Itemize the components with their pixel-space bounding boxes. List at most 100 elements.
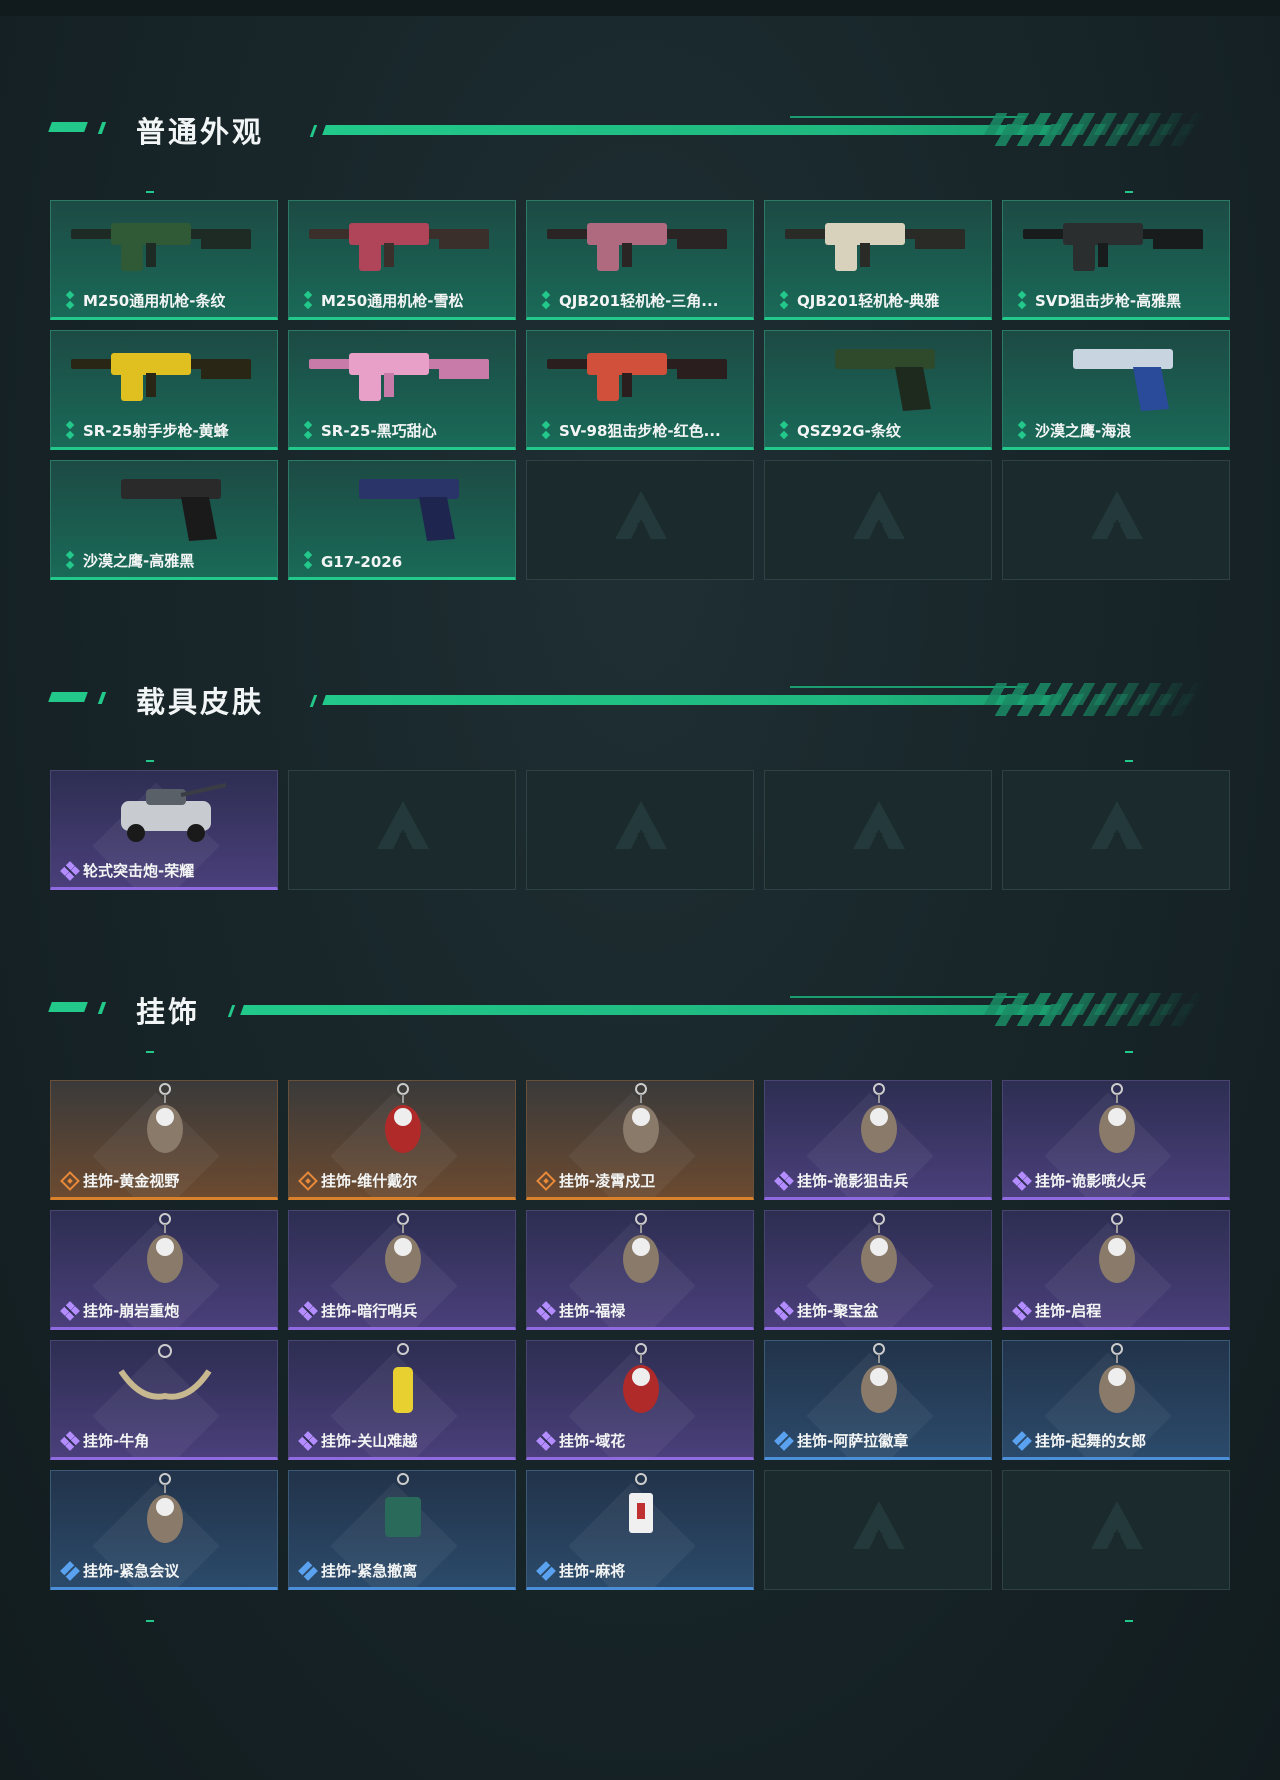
empty-slot bbox=[764, 1470, 992, 1590]
header-decoration bbox=[48, 122, 88, 132]
item-card[interactable]: 挂饰-紧急撤离 bbox=[288, 1470, 516, 1590]
corner-tick bbox=[146, 760, 154, 762]
item-card[interactable]: 挂饰-诡影狙击兵 bbox=[764, 1080, 992, 1200]
item-card[interactable]: 挂饰-暗行哨兵 bbox=[288, 1210, 516, 1330]
item-name: SV-98狙击步枪-红色... bbox=[559, 422, 721, 440]
item-card[interactable]: 挂饰-启程 bbox=[1002, 1210, 1230, 1330]
placeholder-logo-icon bbox=[853, 491, 905, 539]
item-image bbox=[547, 353, 727, 401]
item-image bbox=[385, 1213, 421, 1283]
rarity-icon bbox=[1015, 424, 1029, 438]
header-decoration bbox=[48, 1002, 88, 1012]
item-name: 挂饰-福禄 bbox=[559, 1302, 626, 1320]
charm-grid: 挂饰-黄金视野 挂饰-维什戴尔 挂饰-凌霄戍卫 挂饰-诡影狙击兵 挂饰-诡影喷火… bbox=[50, 1080, 1230, 1590]
corner-tick bbox=[1125, 1051, 1133, 1053]
item-image bbox=[309, 223, 489, 271]
vehicle-grid: 轮式突击炮-荣耀 bbox=[50, 770, 1230, 890]
item-name: M250通用机枪-条纹 bbox=[83, 292, 226, 310]
item-card[interactable]: G17-2026 bbox=[288, 460, 516, 580]
item-card[interactable]: M250通用机枪-条纹 bbox=[50, 200, 278, 320]
item-card[interactable]: QJB201轻机枪-典雅 bbox=[764, 200, 992, 320]
item-image bbox=[147, 1473, 183, 1543]
rarity-icon bbox=[777, 424, 791, 438]
item-name: 挂饰-诡影狙击兵 bbox=[797, 1172, 909, 1190]
header-line bbox=[240, 1005, 1052, 1015]
corner-tick bbox=[1125, 1620, 1133, 1622]
item-card[interactable]: SV-98狙击步枪-红色... bbox=[526, 330, 754, 450]
item-card[interactable]: 挂饰-紧急会议 bbox=[50, 1470, 278, 1590]
rarity-icon bbox=[777, 294, 791, 308]
item-name: 沙漠之鹰-高雅黑 bbox=[83, 552, 195, 570]
item-image bbox=[71, 353, 251, 401]
item-name: SVD狙击步枪-高雅黑 bbox=[1035, 292, 1182, 310]
rarity-icon bbox=[63, 554, 77, 568]
item-name: 挂饰-紧急会议 bbox=[83, 1562, 180, 1580]
placeholder-logo-icon bbox=[615, 801, 667, 849]
item-card[interactable]: 挂饰-黄金视野 bbox=[50, 1080, 278, 1200]
item-card[interactable]: 挂饰-麻将 bbox=[526, 1470, 754, 1590]
item-name: SR-25射手步枪-黄蜂 bbox=[83, 422, 229, 440]
item-card[interactable]: 沙漠之鹰-海浪 bbox=[1002, 330, 1230, 450]
item-card[interactable]: 挂饰-诡影喷火兵 bbox=[1002, 1080, 1230, 1200]
item-name: 挂饰-域花 bbox=[559, 1432, 626, 1450]
header-decoration bbox=[48, 692, 88, 702]
item-card[interactable]: QJB201轻机枪-三角... bbox=[526, 200, 754, 320]
item-image bbox=[121, 783, 227, 842]
item-name: 挂饰-聚宝盆 bbox=[797, 1302, 879, 1320]
item-image bbox=[1099, 1213, 1135, 1283]
item-image bbox=[623, 1213, 659, 1283]
header-line bbox=[790, 686, 1025, 688]
empty-slot bbox=[526, 770, 754, 890]
empty-slot bbox=[1002, 1470, 1230, 1590]
item-name: QJB201轻机枪-典雅 bbox=[797, 292, 940, 310]
section-header-charms: 挂饰 bbox=[48, 985, 1207, 1035]
rarity-icon bbox=[539, 424, 553, 438]
rarity-icon bbox=[1015, 294, 1029, 308]
empty-slot bbox=[1002, 770, 1230, 890]
item-card[interactable]: 挂饰-域花 bbox=[526, 1340, 754, 1460]
item-card[interactable]: 挂饰-聚宝盆 bbox=[764, 1210, 992, 1330]
rarity-icon bbox=[301, 294, 315, 308]
item-card[interactable]: 挂饰-起舞的女郎 bbox=[1002, 1340, 1230, 1460]
section-title: 普通外观 bbox=[136, 115, 265, 149]
item-name: 挂饰-阿萨拉徽章 bbox=[797, 1432, 909, 1450]
item-name: QSZ92G-条纹 bbox=[797, 422, 901, 440]
item-image bbox=[147, 1213, 183, 1283]
placeholder-logo-icon bbox=[853, 801, 905, 849]
item-name: SR-25-黑巧甜心 bbox=[321, 422, 437, 440]
empty-slot bbox=[1002, 460, 1230, 580]
item-name: 挂饰-维什戴尔 bbox=[321, 1172, 418, 1190]
item-card[interactable]: QSZ92G-条纹 bbox=[764, 330, 992, 450]
corner-tick bbox=[1125, 760, 1133, 762]
item-name: 沙漠之鹰-海浪 bbox=[1035, 422, 1132, 440]
placeholder-logo-icon bbox=[1091, 1501, 1143, 1549]
item-card[interactable]: 挂饰-福禄 bbox=[526, 1210, 754, 1330]
item-card[interactable]: 挂饰-崩岩重炮 bbox=[50, 1210, 278, 1330]
item-card[interactable]: SVD狙击步枪-高雅黑 bbox=[1002, 200, 1230, 320]
item-name: 轮式突击炮-荣耀 bbox=[83, 862, 195, 880]
item-name: 挂饰-黄金视野 bbox=[83, 1172, 180, 1190]
item-card[interactable]: 挂饰-维什戴尔 bbox=[288, 1080, 516, 1200]
item-card[interactable]: 挂饰-凌霄戍卫 bbox=[526, 1080, 754, 1200]
item-card[interactable]: 挂饰-关山难越 bbox=[288, 1340, 516, 1460]
item-name: 挂饰-凌霄戍卫 bbox=[559, 1172, 656, 1190]
header-decoration bbox=[309, 695, 318, 707]
item-name: 挂饰-暗行哨兵 bbox=[321, 1302, 418, 1320]
item-card[interactable]: 挂饰-阿萨拉徽章 bbox=[764, 1340, 992, 1460]
item-card[interactable]: 轮式突击炮-荣耀 bbox=[50, 770, 278, 890]
item-image bbox=[629, 1473, 653, 1533]
item-image bbox=[309, 353, 489, 401]
item-name: 挂饰-牛角 bbox=[83, 1432, 150, 1450]
item-image bbox=[623, 1083, 659, 1153]
header-line bbox=[790, 116, 1025, 118]
item-card[interactable]: SR-25-黑巧甜心 bbox=[288, 330, 516, 450]
item-card[interactable]: M250通用机枪-雪松 bbox=[288, 200, 516, 320]
item-name: 挂饰-启程 bbox=[1035, 1302, 1102, 1320]
item-card[interactable]: 挂饰-牛角 bbox=[50, 1340, 278, 1460]
item-card[interactable]: 沙漠之鹰-高雅黑 bbox=[50, 460, 278, 580]
item-name: M250通用机枪-雪松 bbox=[321, 292, 464, 310]
item-card[interactable]: SR-25射手步枪-黄蜂 bbox=[50, 330, 278, 450]
header-decoration bbox=[227, 1005, 236, 1017]
header-decoration bbox=[309, 125, 318, 137]
header-line bbox=[322, 695, 1052, 705]
